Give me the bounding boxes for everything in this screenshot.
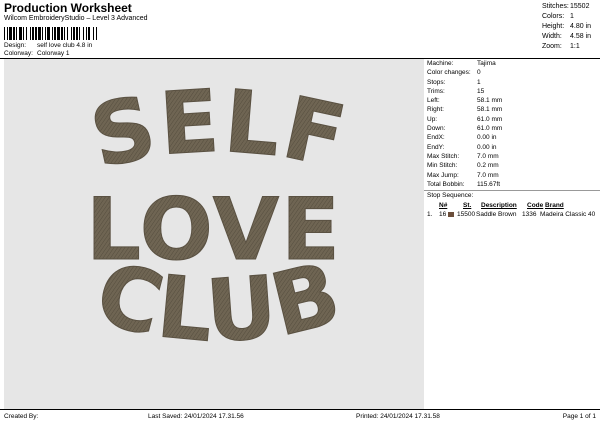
software-subtitle: Wilcom EmbroideryStudio – Level 3 Advanc… [4, 15, 148, 22]
machine-info-value: 1 [477, 78, 481, 86]
embroidery-artwork: SELF LOVE CLUB [82, 71, 355, 363]
machine-info-row: Left: 58.1 mm [424, 96, 600, 105]
machine-info-label: Down: [427, 125, 446, 133]
stop-sequence-row: 1. 16 15500 Saddle Brown 1336 Madeira Cl… [427, 211, 596, 218]
machine-info-row: Stops: 1 [424, 78, 600, 87]
machine-info-label: Min Stitch: [427, 162, 458, 170]
machine-info-label: EndY: [427, 143, 445, 151]
machine-info-value: 61.0 mm [477, 125, 503, 133]
design-label: Design: [4, 42, 27, 49]
machine-info-row: Max Jump: 7.0 mm [424, 171, 600, 180]
machine-info-label: Left: [427, 97, 440, 105]
machine-info-row: EndY: 0.00 in [424, 143, 600, 152]
printed-date: Printed: 24/01/2024 17.31.58 [356, 413, 440, 420]
col-st: St. [463, 202, 472, 209]
stop-sequence-title: Stop Sequence: [427, 192, 474, 199]
artwork-line-self: SELF [82, 72, 355, 189]
colorway-value: Colorway 1 [37, 50, 70, 57]
machine-info-value: 0.00 in [477, 134, 497, 142]
machine-info-value: 0 [477, 69, 481, 77]
info-divider [424, 190, 600, 191]
design-preview: SELF LOVE CLUB [4, 59, 424, 409]
machine-info-row: EndX: 0.00 in [424, 133, 600, 142]
page-number: Page 1 of 1 [562, 413, 596, 420]
footer-divider [0, 409, 600, 410]
last-saved: Last Saved: 24/01/2024 17.31.56 [148, 413, 244, 420]
machine-info-label: Up: [427, 115, 438, 123]
machine-info-value: 0.00 in [477, 143, 497, 151]
stat-stitches: Stitches: 15502 [542, 3, 590, 10]
machine-info-value: 115.67ft [477, 180, 501, 188]
stat-colors: Colors: 1 [542, 13, 574, 20]
machine-info-label: Machine: [427, 60, 454, 67]
stat-height: Height: 4.80 in [542, 23, 592, 30]
barcode [4, 27, 97, 40]
stat-zoom: Zoom: 1:1 [542, 43, 580, 50]
machine-info-label: Right: [427, 106, 444, 114]
machine-info-row: Machine: Tajima [424, 59, 600, 68]
machine-info-value: 0.2 mm [477, 162, 499, 170]
machine-info-row: Total Bobbin: 115.67ft [424, 180, 600, 189]
footer: Created By: Last Saved: 24/01/2024 17.31… [0, 411, 600, 424]
stats-panel: Stitches: 15502 Colors: 1 Height: 4.80 in W… [542, 2, 596, 52]
machine-info-value: Tajima [477, 60, 496, 67]
machine-info-value: 7.0 mm [477, 171, 499, 179]
machine-info-row: Down: 61.0 mm [424, 124, 600, 133]
machine-info-value: 15 [477, 87, 485, 95]
machine-info-row: Trims: 15 [424, 87, 600, 96]
machine-info-row: Max Stitch: 7.0 mm [424, 152, 600, 161]
col-description: Description [481, 202, 517, 209]
machine-info-label: Max Stitch: [427, 152, 460, 160]
machine-info-value: 61.0 mm [477, 115, 503, 123]
machine-info-value: 7.0 mm [477, 152, 499, 160]
machine-info-value: 58.1 mm [477, 106, 503, 114]
machine-info-value: 58.1 mm [477, 97, 503, 105]
colorway-row: Colorway: Colorway 1 [4, 50, 70, 57]
machine-info-label: Total Bobbin: [427, 180, 465, 188]
stop-sequence-header: N# St. Description Code Brand [427, 201, 599, 210]
machine-info-list: Machine: Tajima Color changes: 0 Stops: 1 Trim… [424, 59, 600, 189]
machine-info-row: Min Stitch: 0.2 mm [424, 161, 600, 170]
col-n: N# [439, 202, 448, 209]
machine-info-label: Stops: [427, 78, 446, 86]
page-title: Production Worksheet [4, 1, 132, 15]
col-brand: Brand [545, 202, 564, 209]
design-value: self love club 4.8 in [37, 42, 93, 49]
design-row: Design: self love club 4.8 in [4, 42, 92, 49]
machine-info-label: Color changes: [427, 69, 471, 77]
created-by: Created By: [4, 413, 39, 420]
machine-info-panel: Machine: Tajima Color changes: 0 Stops: 1 Trim… [424, 59, 600, 409]
machine-info-row: Up: 61.0 mm [424, 115, 600, 124]
machine-info-row: Color changes: 0 [424, 68, 600, 77]
stat-width: Width: 4.58 in [542, 33, 592, 40]
col-code: Code [527, 202, 544, 209]
machine-info-label: EndX: [427, 134, 445, 142]
machine-info-label: Trims: [427, 87, 445, 95]
machine-info-label: Max Jump: [427, 171, 459, 179]
machine-info-row: Right: 58.1 mm [424, 105, 600, 114]
thread-color-swatch [448, 212, 454, 217]
colorway-label: Colorway: [4, 50, 33, 57]
